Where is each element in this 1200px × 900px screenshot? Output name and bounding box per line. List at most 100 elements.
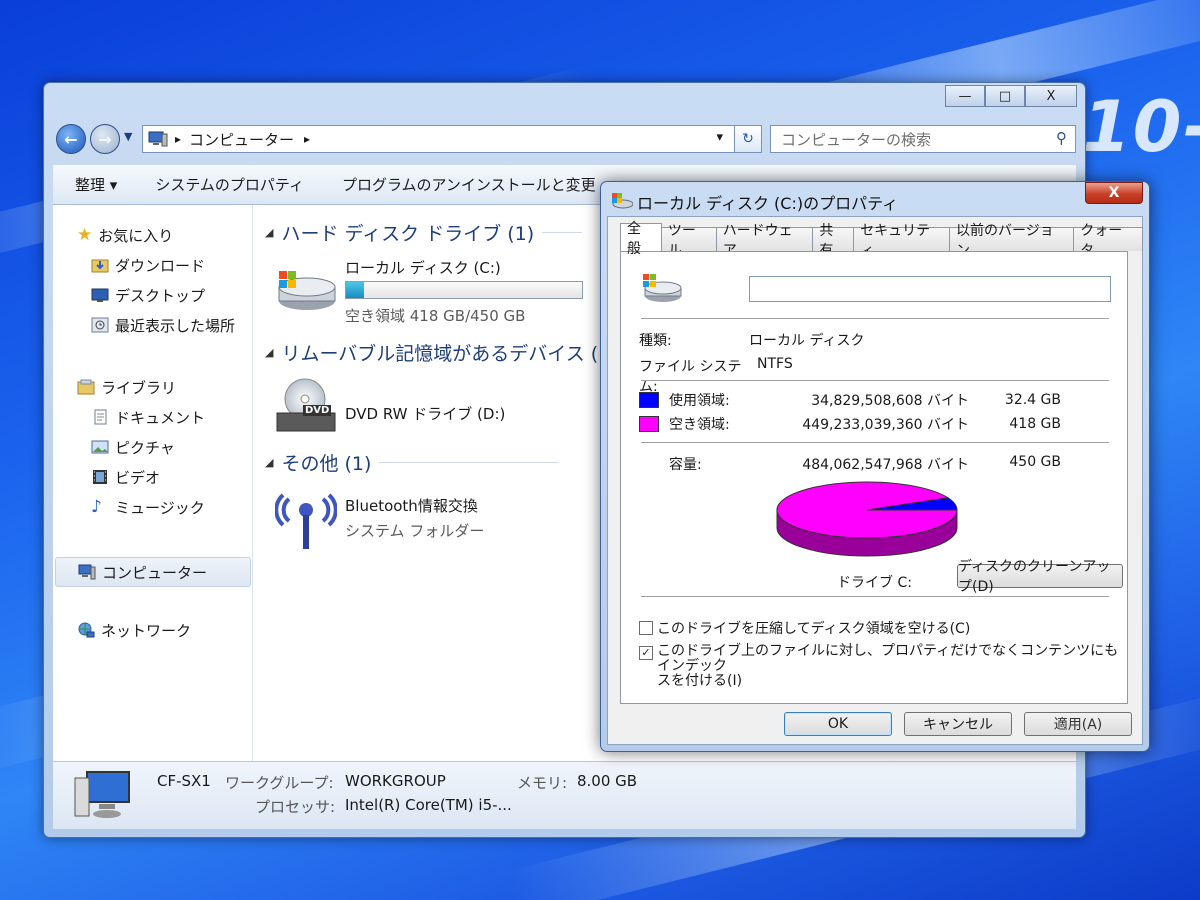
sidebar-item-desktop[interactable]: デスクトップ — [91, 283, 205, 307]
used-space-swatch — [639, 392, 659, 408]
sidebar-item-label: ライブラリ — [101, 378, 177, 397]
type-row: 種類: ローカル ディスク — [639, 330, 864, 350]
compress-label: このドライブを圧縮してディスク領域を空ける(C) — [657, 621, 971, 637]
disk-cleanup-button[interactable]: ディスクのクリーンアップ(D) — [957, 559, 1123, 595]
back-button[interactable]: ← — [56, 124, 86, 154]
free-space-size: 418 GB — [1009, 416, 1061, 432]
documents-icon — [94, 409, 107, 425]
separator — [641, 442, 1109, 443]
sidebar-item-label: お気に入り — [98, 226, 174, 245]
drive-caption: ドライブ C: — [837, 575, 912, 591]
minimize-button[interactable]: — — [945, 85, 985, 107]
sidebar-item-label: ダウンロード — [115, 256, 206, 275]
collapse-triangle-icon[interactable]: ◢ — [265, 456, 273, 469]
tab-hardware[interactable]: ハードウェア — [715, 223, 814, 259]
sidebar-item-libraries[interactable]: ライブラリ — [77, 375, 176, 399]
workgroup-value: WORKGROUP — [345, 772, 446, 790]
processor-label: プロセッサ: — [255, 798, 336, 816]
sidebar-item-recent-places[interactable]: 最近表示した場所 — [91, 313, 235, 337]
bluetooth-exchange-item[interactable]: Bluetooth情報交換 システム フォルダー — [275, 485, 595, 555]
navigation-bar: ← → ▼ ▸ コンピューター ▸ ▾ ↻ コンピューターの検索 ⚲ — [54, 121, 1076, 157]
sidebar-item-music[interactable]: ♪ ミュージック — [91, 495, 205, 519]
separator — [641, 380, 1109, 381]
type-label: 種類: — [639, 333, 672, 349]
sidebar-item-label: ミュージック — [115, 498, 205, 517]
sidebar-item-favorites[interactable]: ★ お気に入り — [77, 223, 173, 247]
group-divider — [379, 462, 560, 463]
drive-label-input[interactable] — [749, 276, 1111, 302]
drive-icon — [612, 193, 633, 209]
drive-usage-bar — [345, 281, 583, 299]
sidebar-item-network[interactable]: ネットワーク — [77, 618, 191, 642]
address-bar[interactable]: ▸ コンピューター ▸ ▾ — [142, 125, 760, 153]
dialog-title: ローカル ディスク (C:)のプロパティ — [637, 194, 899, 213]
wallpaper-logo: 10- — [1082, 86, 1200, 168]
search-input[interactable]: コンピューターの検索 ⚲ — [770, 125, 1076, 153]
group-header-other[interactable]: ◢ その他 (1) — [265, 449, 560, 476]
tab-tools[interactable]: ツール — [660, 223, 717, 259]
type-value: ローカル ディスク — [749, 333, 865, 349]
compress-option[interactable]: このドライブを圧縮してディスク領域を空ける(C) — [639, 618, 970, 638]
close-button[interactable]: X — [1025, 85, 1077, 107]
group-header-hard-disk[interactable]: ◢ ハード ディスク ドライブ (1) — [265, 219, 583, 246]
tab-security[interactable]: セキュリティ — [853, 223, 950, 259]
address-location[interactable]: コンピューター — [189, 129, 294, 150]
sidebar-item-videos[interactable]: ビデオ — [91, 465, 160, 489]
used-space-label: 使用領域: — [669, 393, 730, 409]
details-pane: CF-SX1 ワークグループ: WORKGROUP メモリ: 8.00 GB プ… — [53, 761, 1076, 829]
ok-button[interactable]: OK — [784, 712, 892, 736]
desktop-icon — [91, 288, 109, 302]
refresh-button[interactable]: ↻ — [734, 125, 762, 153]
memory-value: 8.00 GB — [577, 772, 638, 790]
group-title: その他 (1) — [281, 453, 372, 475]
recent-pages-chevron-icon[interactable]: ▼ — [124, 130, 132, 143]
sidebar-item-label: コンピューター — [102, 563, 208, 582]
memory-label: メモリ: — [517, 774, 568, 792]
address-separator-icon[interactable]: ▸ — [175, 132, 181, 146]
pictures-icon — [91, 440, 109, 454]
dvd-drive-item[interactable]: DVD DVD RW ドライブ (D:) — [275, 375, 595, 445]
item-type: システム フォルダー — [345, 522, 485, 540]
index-label-line: このドライブ上のファイルに対し、プロパティだけでなくコンテンツにもインデック — [657, 643, 1119, 674]
address-dropdown-icon[interactable]: ▾ — [716, 130, 723, 145]
item-name: Bluetooth情報交換 — [345, 497, 478, 515]
index-label-line: スを付ける(I) — [657, 673, 743, 689]
recent-places-icon — [91, 317, 109, 333]
sidebar-item-computer[interactable]: コンピューター — [55, 557, 251, 587]
index-checkbox[interactable]: ✓ — [639, 646, 653, 660]
dialog-close-button[interactable]: X — [1085, 182, 1143, 204]
sidebar-item-documents[interactable]: ドキュメント — [91, 405, 205, 429]
drive-c-item[interactable]: ローカル ディスク (C:) 空き領域 418 GB/450 GB — [275, 255, 595, 325]
capacity-size: 450 GB — [1009, 454, 1061, 470]
sidebar-item-downloads[interactable]: ダウンロード — [91, 253, 205, 277]
compress-checkbox[interactable] — [639, 621, 653, 635]
refresh-icon: ↻ — [742, 131, 754, 147]
download-folder-icon — [91, 259, 109, 273]
address-separator-icon[interactable]: ▸ — [304, 132, 310, 146]
used-space-size: 32.4 GB — [1004, 392, 1061, 408]
tab-quota[interactable]: クォータ — [1073, 223, 1143, 259]
system-properties-button[interactable]: システムのプロパティ — [155, 174, 304, 195]
cancel-button[interactable]: キャンセル — [904, 712, 1012, 736]
tab-sharing[interactable]: 共有 — [812, 223, 855, 259]
index-option[interactable]: ✓ このドライブ上のファイルに対し、プロパティだけでなくコンテンツにもインデック… — [639, 644, 1127, 689]
maximize-button[interactable]: □ — [985, 85, 1025, 107]
collapse-triangle-icon[interactable]: ◢ — [265, 346, 273, 359]
group-header-removable[interactable]: ◢ リムーバブル記憶域があるデバイス ( — [265, 339, 598, 366]
caption-buttons: — □ X — [945, 85, 1077, 107]
organize-menu[interactable]: 整理 ▾ — [75, 174, 117, 195]
tab-general[interactable]: 全般 — [620, 221, 662, 257]
forward-button[interactable]: → — [90, 124, 120, 154]
dialog-body: 全般 ツール ハードウェア 共有 セキュリティ 以前のバージョン クォータ 種類… — [607, 216, 1143, 745]
library-icon — [77, 379, 95, 395]
search-icon[interactable]: ⚲ — [1056, 129, 1067, 147]
drive-properties-dialog[interactable]: ローカル ディスク (C:)のプロパティ X 全般 ツール ハードウェア 共有 … — [600, 181, 1150, 752]
uninstall-program-button[interactable]: プログラムのアンインストールと変更 — [342, 174, 596, 195]
apply-button[interactable]: 適用(A) — [1024, 712, 1132, 736]
tab-previous-versions[interactable]: 以前のバージョン — [949, 223, 1075, 259]
computer-icon — [148, 131, 168, 147]
computer-icon — [74, 771, 130, 818]
sidebar-item-pictures[interactable]: ピクチャ — [91, 435, 175, 459]
processor-value: Intel(R) Core(TM) i5-... — [345, 796, 512, 814]
collapse-triangle-icon[interactable]: ◢ — [265, 226, 273, 239]
